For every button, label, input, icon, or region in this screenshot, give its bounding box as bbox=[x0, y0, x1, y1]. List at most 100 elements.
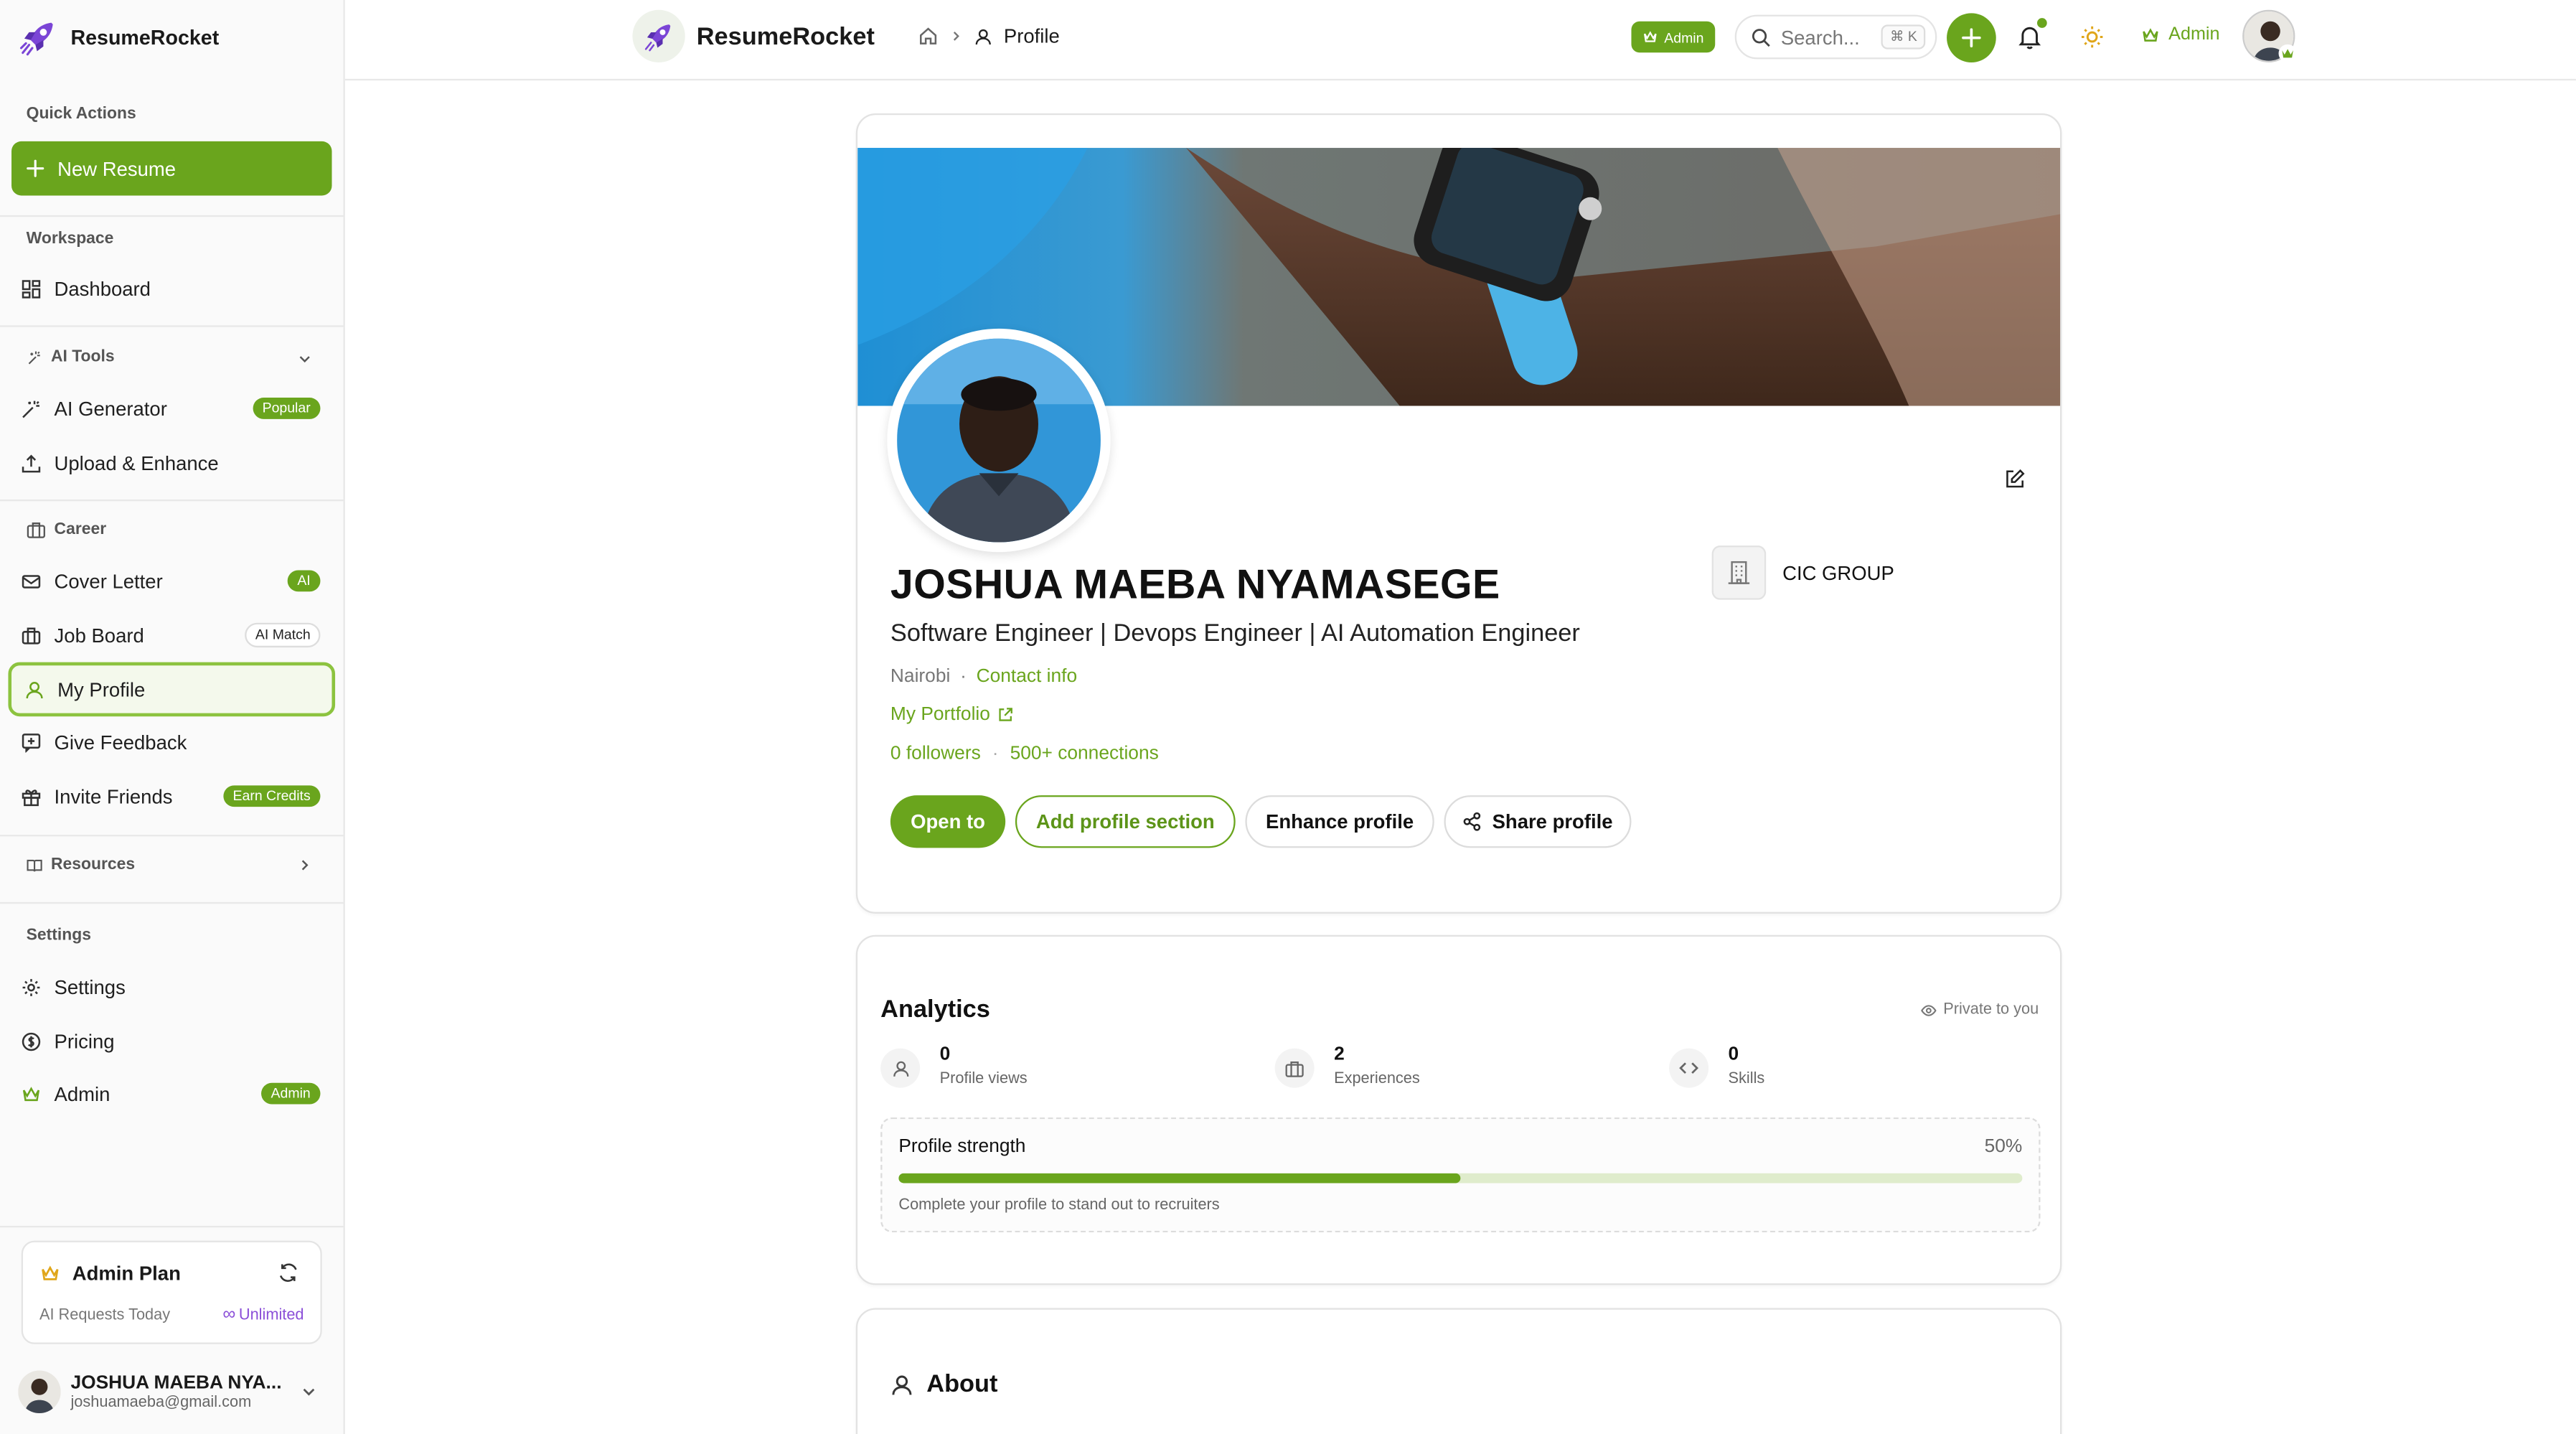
new-resume-label: New Resume bbox=[57, 156, 177, 180]
sidebar-item-invite[interactable]: Invite Friends Earn Credits bbox=[8, 771, 335, 822]
current-company[interactable]: CIC GROUP bbox=[1711, 545, 1894, 600]
share-icon bbox=[1464, 812, 1481, 831]
plus-icon bbox=[1962, 28, 1981, 47]
building-icon bbox=[1711, 545, 1767, 600]
contact-info-link[interactable]: Contact info bbox=[977, 667, 1078, 687]
sidebar-item-upload[interactable]: Upload & Enhance bbox=[8, 437, 335, 488]
sidebar-brand[interactable]: ResumeRocket bbox=[17, 15, 219, 60]
edit-icon[interactable] bbox=[2004, 469, 2026, 490]
connections-link[interactable]: 500+ connections bbox=[1010, 744, 1159, 764]
portfolio-link[interactable]: My Portfolio bbox=[890, 705, 1013, 725]
sparkle-icon bbox=[28, 350, 40, 364]
profile-photo[interactable] bbox=[887, 328, 1111, 553]
chevron-down-icon[interactable] bbox=[297, 352, 312, 367]
external-link-icon bbox=[998, 708, 1012, 721]
crown-icon bbox=[1643, 31, 1657, 42]
sidebar-item-label: Give Feedback bbox=[54, 730, 187, 754]
share-profile-label: Share profile bbox=[1492, 810, 1613, 833]
resources-group[interactable]: Resources bbox=[27, 856, 135, 874]
profile-card: JOSHUA MAEBA NYAMASEGE Software Engineer… bbox=[855, 113, 2062, 914]
crown-icon bbox=[22, 1086, 40, 1100]
rocket-logo-icon bbox=[632, 9, 685, 63]
sidebar-item-pricing[interactable]: Pricing bbox=[8, 1016, 335, 1067]
sun-icon[interactable] bbox=[2080, 24, 2105, 49]
user-icon bbox=[892, 1374, 912, 1395]
sidebar-item-job-board[interactable]: Job Board AI Match bbox=[8, 609, 335, 660]
user-name: JOSHUA MAEBA NYA... bbox=[70, 1372, 282, 1393]
gift-icon bbox=[22, 789, 41, 805]
search-input[interactable]: Search... ⌘ K bbox=[1734, 14, 1937, 60]
admin-badge: Admin bbox=[1631, 21, 1716, 53]
user-icon bbox=[26, 680, 43, 698]
separator-dot: · bbox=[992, 744, 999, 764]
stat-value: 0 bbox=[1728, 1045, 1739, 1065]
open-to-button[interactable]: Open to bbox=[890, 795, 1006, 848]
sidebar-item-label: My Profile bbox=[57, 678, 146, 701]
briefcase-icon bbox=[22, 627, 41, 644]
ai-match-badge: AI Match bbox=[245, 623, 321, 647]
infinity-icon: ∞ bbox=[222, 1304, 236, 1325]
settings-section-label: Settings bbox=[26, 927, 91, 945]
about-title: About bbox=[926, 1370, 998, 1399]
upload-icon bbox=[22, 454, 41, 472]
crown-icon bbox=[42, 1265, 59, 1280]
new-resume-button[interactable]: New Resume bbox=[11, 141, 332, 196]
user-email: joshuamaeba@gmail.com bbox=[70, 1392, 252, 1411]
refresh-icon[interactable] bbox=[278, 1262, 299, 1283]
ai-tools-group[interactable]: AI Tools bbox=[27, 348, 115, 367]
add-profile-section-button[interactable]: Add profile section bbox=[1015, 795, 1236, 848]
dollar-circle-icon bbox=[22, 1031, 41, 1051]
ai-requests-label: AI Requests Today bbox=[39, 1306, 171, 1325]
unlimited-text: Unlimited bbox=[238, 1306, 304, 1325]
topbar-brand[interactable]: ResumeRocket bbox=[632, 9, 875, 63]
popular-badge: Popular bbox=[252, 398, 321, 419]
sidebar-item-feedback[interactable]: Give Feedback bbox=[8, 716, 335, 767]
share-profile-button[interactable]: Share profile bbox=[1444, 795, 1632, 848]
sidebar-item-my-profile[interactable]: My Profile bbox=[8, 662, 336, 717]
analytics-card: Analytics Private to you 0 Profile views… bbox=[855, 934, 2062, 1285]
company-name: CIC GROUP bbox=[1782, 561, 1894, 584]
breadcrumb: Profile bbox=[918, 24, 1060, 47]
sidebar-divider bbox=[0, 1225, 344, 1228]
sidebar-item-settings[interactable]: Settings bbox=[8, 961, 335, 1012]
stat-skills: 0 Skills bbox=[1669, 1045, 1764, 1088]
portfolio-label: My Portfolio bbox=[890, 705, 990, 725]
stat-value: 2 bbox=[1334, 1045, 1345, 1065]
profile-strength-percent: 50% bbox=[1984, 1137, 2023, 1157]
breadcrumb-current: Profile bbox=[1003, 24, 1060, 48]
sidebar-item-dashboard[interactable]: Dashboard bbox=[8, 263, 335, 314]
ai-tools-label: AI Tools bbox=[50, 348, 115, 367]
briefcase-icon bbox=[27, 522, 45, 538]
sidebar-user-menu[interactable]: JOSHUA MAEBA NYA... joshuamaeba@gmail.co… bbox=[18, 1364, 326, 1420]
search-placeholder: Search... bbox=[1780, 25, 1860, 49]
sidebar-divider bbox=[0, 500, 344, 502]
topbar: ResumeRocket Profile Admin Search... ⌘ K… bbox=[344, 0, 2576, 81]
sidebar-item-ai-generator[interactable]: AI Generator Popular bbox=[8, 383, 335, 434]
profile-network: 0 followers · 500+ connections bbox=[890, 744, 1159, 764]
sidebar-item-cover-letter[interactable]: Cover Letter AI bbox=[8, 556, 335, 606]
plan-title-text: Admin Plan bbox=[72, 1262, 181, 1285]
chevron-down-icon[interactable] bbox=[301, 1384, 317, 1400]
sidebar-item-label: Cover Letter bbox=[54, 569, 163, 593]
stat-experiences: 2 Experiences bbox=[1274, 1045, 1420, 1088]
stat-value: 0 bbox=[939, 1045, 951, 1065]
workspace-label: Workspace bbox=[26, 230, 114, 248]
profile-strength-note: Complete your profile to stand out to re… bbox=[898, 1196, 1220, 1214]
create-button[interactable] bbox=[1947, 13, 1996, 63]
plus-icon bbox=[27, 159, 44, 177]
home-icon[interactable] bbox=[918, 27, 938, 46]
admin-link[interactable]: Admin bbox=[2140, 24, 2220, 44]
sidebar-item-admin[interactable]: Admin Admin bbox=[8, 1068, 335, 1119]
bell-icon[interactable] bbox=[2018, 24, 2042, 50]
stat-label: Experiences bbox=[1334, 1069, 1420, 1088]
enhance-profile-button[interactable]: Enhance profile bbox=[1245, 795, 1434, 848]
admin-badge: Admin bbox=[260, 1083, 321, 1104]
followers-link[interactable]: 0 followers bbox=[890, 744, 981, 764]
career-label: Career bbox=[54, 520, 107, 539]
plan-card: Admin Plan AI Requests Today ∞ Unlimited bbox=[21, 1240, 322, 1344]
sidebar-divider bbox=[0, 215, 344, 217]
ai-requests-value: ∞ Unlimited bbox=[222, 1306, 304, 1324]
chevron-right-icon[interactable] bbox=[297, 858, 312, 873]
profile-location: Nairobi bbox=[890, 667, 951, 688]
user-icon bbox=[880, 1048, 921, 1088]
